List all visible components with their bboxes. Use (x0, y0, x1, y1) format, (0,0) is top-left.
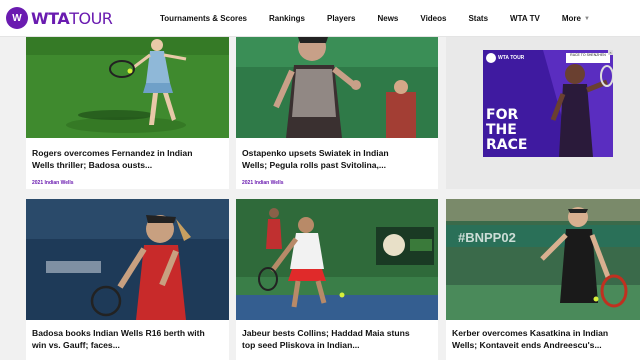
news-card[interactable]: Ostapenko upsets Swiatek in Indian Wells… (236, 37, 438, 189)
news-card-title-line: Jabeur bests Collins; Haddad Maia stuns (242, 328, 410, 338)
news-card-title-line: Wells; Kontaveit ends Andreescu's... (452, 340, 602, 350)
news-card-title-line: Wells thriller; Badosa ousts... (32, 160, 153, 170)
news-card-title-line: Badosa books Indian Wells R16 berth with (32, 328, 205, 338)
news-card-image[interactable]: #BNPP02 (446, 199, 640, 320)
site-header: W WTATOUR Tournaments & Scores Rankings … (0, 0, 640, 37)
nav-more-label: More (561, 14, 581, 23)
news-card-title-line: Ostapenko upsets Swiatek in Indian (242, 148, 389, 158)
nav-wta-tv[interactable]: WTA TV (510, 14, 540, 23)
ad-container: WTA TOUR RACE TO SHENZHEN FOR THE RACE × (446, 37, 640, 189)
svg-text:#BNPP02: #BNPP02 (458, 230, 516, 245)
news-card-title[interactable]: Ostapenko upsets Swiatek in Indian Wells… (242, 147, 389, 171)
news-card-title[interactable]: Jabeur bests Collins; Haddad Maia stuns … (242, 327, 410, 351)
news-card-title-line: Rogers overcomes Fernandez in Indian (32, 148, 193, 158)
news-card-title[interactable]: Badosa books Indian Wells R16 berth with… (32, 327, 205, 351)
badosa-photo (26, 199, 229, 320)
ad-banner: RACE TO SHENZHEN (566, 53, 610, 63)
ad-headline-line: RACE (486, 137, 528, 153)
nav-videos[interactable]: Videos (420, 14, 446, 23)
ostapenko-photo (236, 37, 438, 138)
ad-logo: WTA TOUR (486, 53, 524, 63)
rogers-photo (26, 37, 229, 138)
nav-stats[interactable]: Stats (468, 14, 488, 23)
nav-news[interactable]: News (377, 14, 398, 23)
news-grid: Rogers overcomes Fernandez in Indian Wel… (0, 37, 640, 360)
news-card[interactable]: Rogers overcomes Fernandez in Indian Wel… (26, 37, 229, 189)
news-card-tag[interactable]: 2021 Indian Wells (242, 180, 284, 186)
ad-headline-line: THE (486, 122, 517, 138)
wta-logo-text: WTATOUR (31, 8, 113, 28)
nav-more[interactable]: More ▼ (562, 14, 590, 23)
news-card-title-line: win vs. Gauff; faces... (32, 340, 120, 350)
ad-logo-text: WTA TOUR (498, 55, 525, 61)
news-card-tag[interactable]: 2021 Indian Wells (32, 180, 74, 186)
news-card-image[interactable] (236, 199, 438, 320)
news-card-image[interactable] (26, 37, 229, 138)
news-card-title[interactable]: Kerber overcomes Kasatkina in Indian Wel… (452, 327, 608, 351)
ad-headline-line: FOR (486, 107, 519, 123)
main-nav: Tournaments & Scores Rankings Players Ne… (160, 0, 612, 37)
news-card-title-line: Wells; Pegula rolls past Svitolina,... (242, 160, 387, 170)
jabeur-photo (236, 199, 438, 320)
kerber-photo: #BNPP02 (446, 199, 640, 320)
news-card-image[interactable] (236, 37, 438, 138)
wta-logo-icon: W (6, 7, 28, 29)
news-card-image[interactable] (26, 199, 229, 320)
news-card-title-line: top seed Pliskova in Indian... (242, 340, 360, 350)
wta-logo-icon (486, 53, 496, 63)
close-icon[interactable]: × (608, 50, 613, 55)
news-card-title[interactable]: Rogers overcomes Fernandez in Indian Wel… (32, 147, 192, 171)
nav-tournaments-scores[interactable]: Tournaments & Scores (160, 14, 247, 23)
news-card[interactable]: Badosa books Indian Wells R16 berth with… (26, 199, 229, 360)
nav-players[interactable]: Players (327, 14, 355, 23)
wta-logo[interactable]: W WTATOUR (6, 7, 113, 29)
chevron-down-icon: ▼ (583, 15, 590, 22)
news-card-title-line: Kerber overcomes Kasatkina in Indian (452, 328, 609, 338)
race-ad[interactable]: WTA TOUR RACE TO SHENZHEN FOR THE RACE × (483, 50, 613, 157)
ad-headline: FOR THE RACE (486, 108, 527, 153)
news-card[interactable]: #BNPP02 Kerber overcomes Kasatkina in In… (446, 199, 640, 360)
nav-rankings[interactable]: Rankings (269, 14, 305, 23)
news-card[interactable]: Jabeur bests Collins; Haddad Maia stuns … (236, 199, 438, 360)
